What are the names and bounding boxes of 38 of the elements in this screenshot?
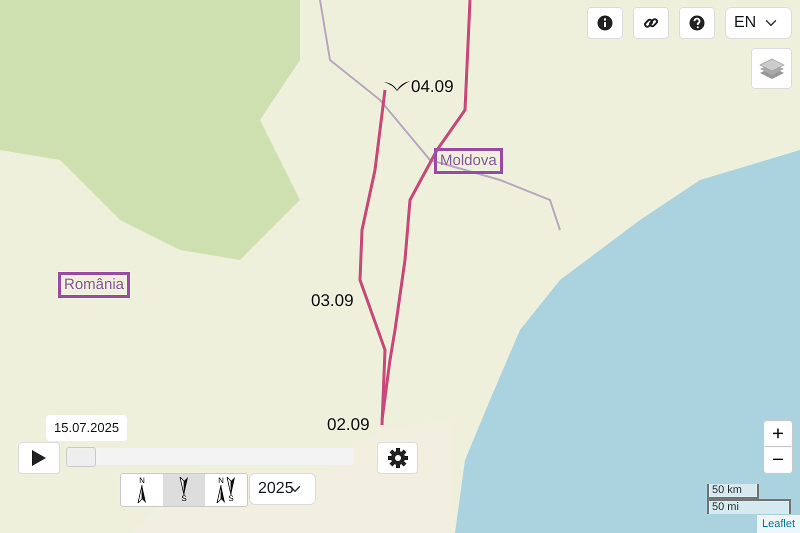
link-button[interactable]	[633, 7, 669, 39]
help-button[interactable]	[679, 7, 715, 39]
date-label: 02.09	[327, 414, 370, 436]
south-label: S	[181, 495, 187, 503]
language-select[interactable]: EN	[725, 7, 792, 39]
south-arrow-icon	[179, 477, 189, 495]
play-icon	[32, 450, 46, 466]
settings-button[interactable]	[377, 442, 418, 474]
info-button[interactable]	[587, 7, 623, 39]
layers-button[interactable]	[751, 48, 792, 89]
scale-bar: 50 km	[707, 484, 759, 499]
north-arrow-icon	[137, 485, 147, 503]
mode-button[interactable]: S	[163, 474, 205, 506]
date-label: 04.09	[411, 76, 454, 98]
mode-button[interactable]: N S	[205, 474, 247, 506]
north-label: N	[218, 477, 224, 485]
play-button[interactable]	[18, 442, 60, 474]
year-select[interactable]: 2025	[249, 473, 316, 505]
scale-bar: 50 mi	[707, 499, 791, 514]
date-label: 03.09	[311, 290, 354, 312]
north-arrow-icon	[216, 485, 226, 503]
zoom-out-button[interactable]: −	[764, 447, 792, 473]
mode-button[interactable]: N	[121, 474, 163, 506]
help-icon	[689, 15, 705, 31]
slider-track[interactable]	[66, 448, 354, 465]
south-label: S	[228, 495, 234, 503]
date-tooltip: 15.07.2025	[46, 415, 128, 440]
info-icon	[597, 15, 613, 31]
attribution-link[interactable]: Leaflet	[756, 514, 800, 533]
region-label: România	[58, 272, 130, 298]
layers-icon	[758, 56, 784, 80]
region-label: Moldova	[434, 148, 503, 174]
bird-icon	[384, 81, 410, 91]
north-label: N	[139, 477, 145, 485]
south-arrow-icon	[226, 477, 236, 495]
slider-thumb[interactable]	[66, 447, 96, 467]
zoom-in-button[interactable]: +	[764, 421, 792, 447]
settings-icon	[388, 448, 408, 468]
